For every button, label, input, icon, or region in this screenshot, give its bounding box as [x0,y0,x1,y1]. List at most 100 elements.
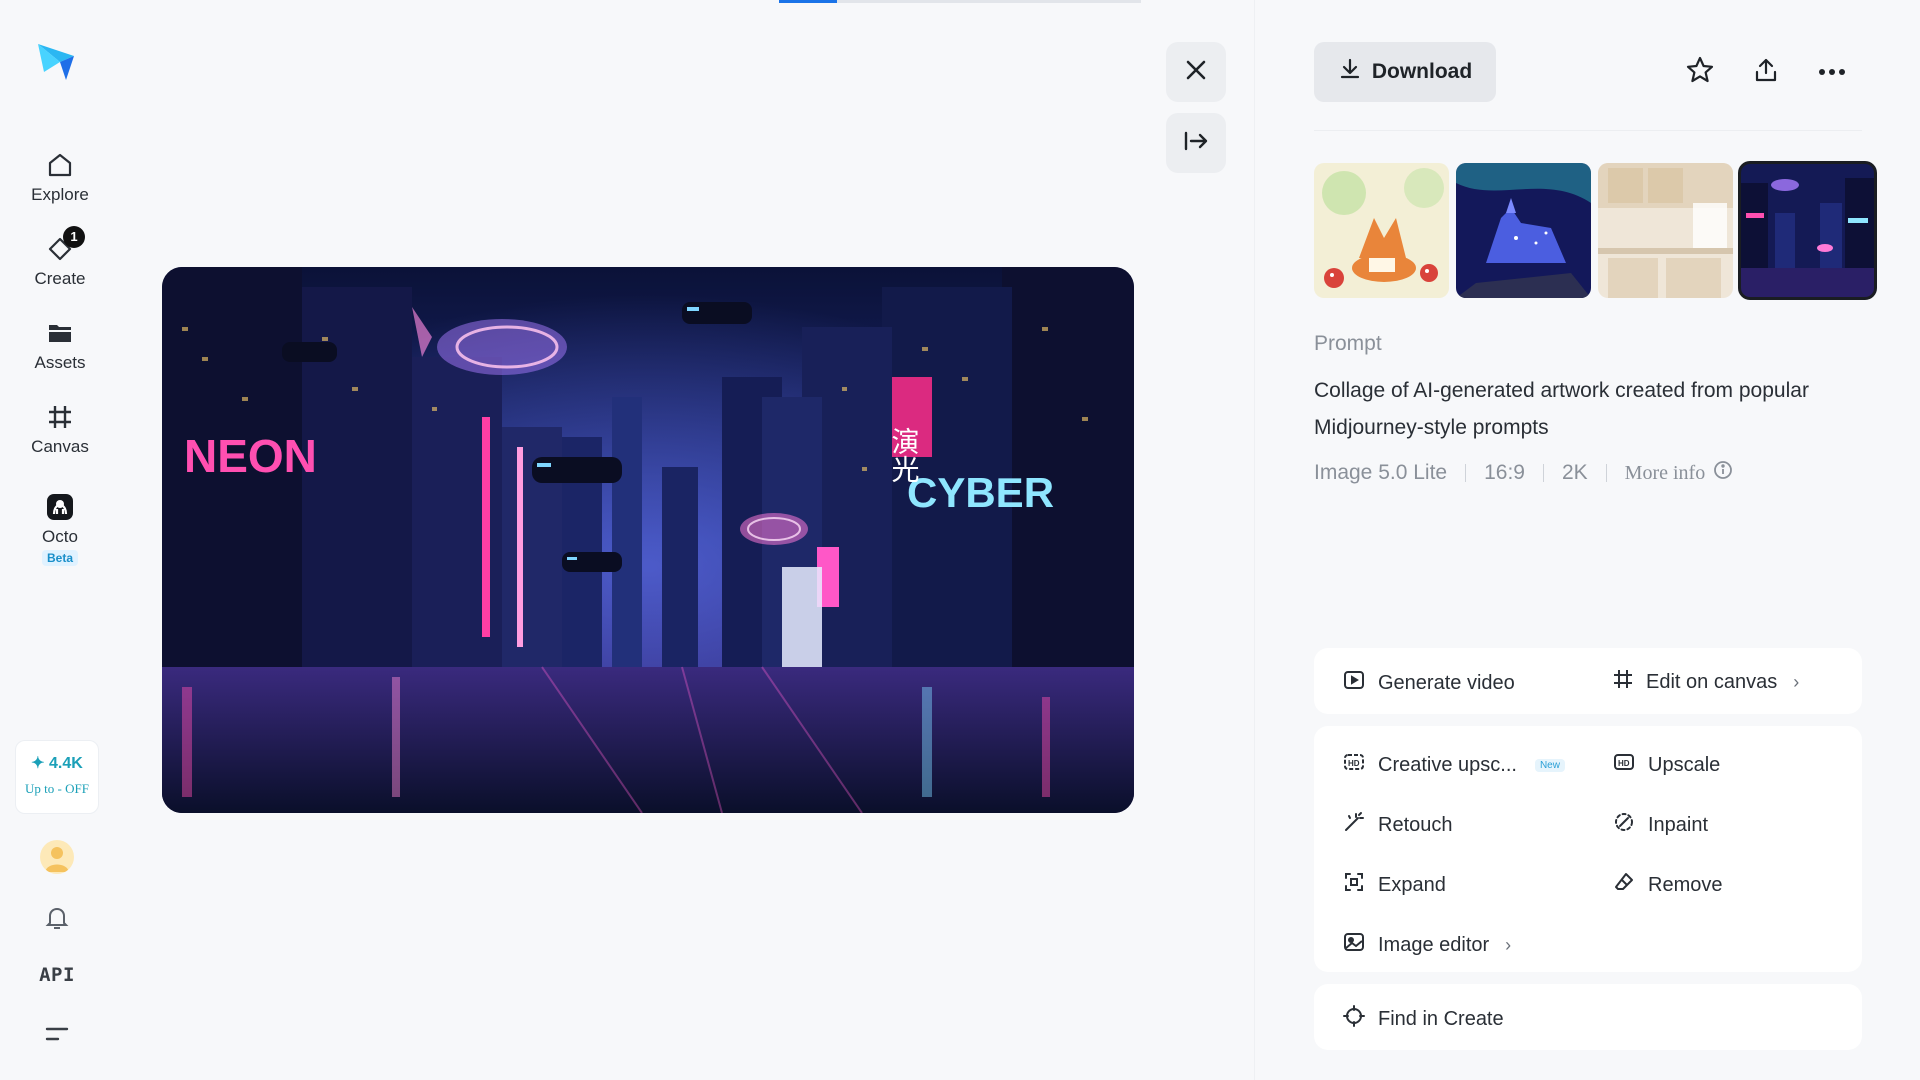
meta-separator [1465,464,1467,482]
chevron-right-icon: › [1505,934,1512,955]
app-logo[interactable] [36,38,76,82]
main-generated-image[interactable]: NEON CYBER 演光 [162,267,1134,813]
retouch-button[interactable]: Retouch [1342,810,1453,840]
find-in-create-button[interactable]: Find in Create [1342,1004,1504,1034]
sidebar-item-create[interactable]: 1 Create [0,226,120,289]
edit-on-canvas-label: Edit on canvas [1646,670,1778,693]
collapse-panel-icon [1182,128,1210,159]
meta-separator [1542,464,1544,482]
create-icon: 1 [45,226,85,264]
inpaint-button[interactable]: Inpaint [1612,810,1708,840]
collapse-panel-button[interactable] [1166,113,1226,173]
thumbnail-wolf[interactable] [1456,163,1591,298]
bell-icon [43,907,71,936]
sidebar-item-label: Canvas [31,437,89,456]
thumbnail-cyber-city-selected[interactable] [1738,161,1877,300]
prompt-text: Collage of AI-generated artwork created … [1314,379,1809,439]
more-info-link[interactable]: More info [1625,460,1734,486]
remove-button[interactable]: Remove [1612,870,1722,900]
hd-icon: HD [1342,750,1366,780]
kanji-sign-text: 演光 [888,427,921,483]
credits-card[interactable]: ✦ 4.4K Up to - OFF [15,740,99,814]
close-button[interactable] [1166,42,1226,102]
image-meta: Image 5.0 Lite 16:9 2K More info [1314,460,1733,486]
expand-label: Expand [1378,873,1446,896]
sidebar-item-explore[interactable]: Explore [0,150,120,205]
share-button[interactable] [1746,52,1786,92]
hd-icon: HD [1612,750,1636,780]
new-badge: New [1534,758,1565,772]
neon-sign-text: NEON [184,430,317,482]
video-play-icon [1342,668,1366,698]
upscale-label: Upscale [1648,753,1721,776]
inpaint-label: Inpaint [1648,813,1709,836]
avatar [40,840,74,874]
inpaint-brush-icon [1612,810,1636,840]
api-button[interactable]: API [0,964,114,986]
progress-fill [779,0,837,3]
generate-video-label: Generate video [1378,671,1515,694]
eraser-icon [1612,870,1636,900]
download-icon [1338,57,1362,87]
user-avatar-button[interactable] [0,840,114,874]
beta-badge: Beta [41,550,78,566]
image-editor-button[interactable]: Image editor › [1342,930,1511,960]
credits-amount: ✦ 4.4K [31,755,83,772]
folder-icon [45,318,75,348]
menu-icon [44,1027,70,1048]
notification-badge: 1 [63,226,85,248]
more-options-button[interactable] [1812,52,1852,92]
image-editor-label: Image editor [1378,933,1490,956]
sidebar-item-canvas[interactable]: Canvas [0,402,120,457]
panel-divider [1254,0,1255,1080]
upscale-button[interactable]: HD Upscale [1612,750,1720,780]
canvas-icon [45,402,75,432]
generate-video-button[interactable]: Generate video [1342,668,1515,698]
more-info-label: More info [1624,461,1706,484]
header-divider [1314,130,1862,131]
menu-button[interactable] [0,1024,114,1049]
svg-text:HD: HD [1618,759,1630,768]
sidebar-item-label: Octo [42,527,78,546]
sidebar-item-label: Assets [34,353,86,372]
find-in-create-label: Find in Create [1378,1007,1504,1030]
crosshair-icon [1342,1004,1366,1034]
thumbnail-kitchen[interactable] [1598,163,1733,298]
favorite-button[interactable] [1680,52,1720,92]
chevron-right-icon: › [1793,671,1800,692]
info-icon [1713,460,1733,486]
expand-icon [1342,870,1366,900]
download-button[interactable]: Download [1314,42,1496,102]
top-progress-bar [779,0,1141,3]
notifications-button[interactable] [0,904,114,937]
resolution: 2K [1561,461,1588,484]
expand-button[interactable]: Expand [1342,870,1446,900]
find-in-create-card: Find in Create [1314,984,1862,1050]
sidebar-item-octo[interactable]: Octo Beta [0,492,120,567]
meta-separator [1605,464,1607,482]
close-icon [1183,57,1209,88]
share-icon [1752,56,1780,89]
prompt-label: Prompt [1314,332,1382,355]
sidebar: Explore 1 Create Assets Canvas Octo Beta… [0,0,120,1080]
edit-on-canvas-button[interactable]: Edit on canvas › [1612,668,1799,696]
credits-promo: Up to - OFF [25,781,89,796]
primary-actions-card: Generate video Edit on canvas › [1314,648,1862,714]
sidebar-item-label: Create [34,269,86,288]
thumbnail-fox[interactable] [1314,163,1449,298]
creative-upscale-button[interactable]: HD Creative upsc... New [1342,750,1565,780]
canvas-icon [1612,668,1634,696]
star-icon [1685,55,1715,90]
sidebar-item-label: Explore [31,185,89,204]
retouch-label: Retouch [1378,813,1453,836]
download-label: Download [1371,60,1473,83]
tools-card: HD Creative upsc... New HD Upscale Retou… [1314,726,1862,972]
home-icon [45,150,75,180]
magic-wand-icon [1342,810,1366,840]
model-name: Image 5.0 Lite [1314,461,1448,484]
sidebar-item-assets[interactable]: Assets [0,318,120,373]
cyber-sign-text: CYBER [907,469,1054,516]
api-label: API [39,964,75,986]
aspect-ratio: 16:9 [1484,461,1525,484]
image-editor-icon [1342,930,1366,960]
